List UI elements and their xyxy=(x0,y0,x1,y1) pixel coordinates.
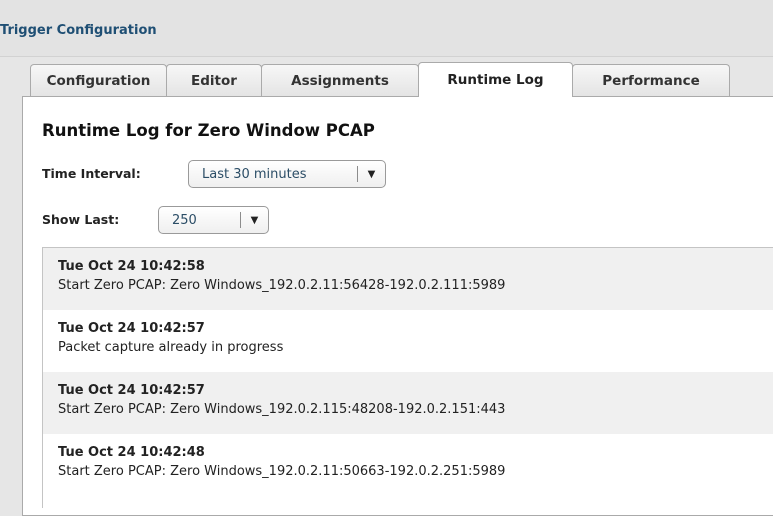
show-last-label: Show Last: xyxy=(42,212,120,227)
tab-configuration[interactable]: Configuration xyxy=(30,64,167,96)
chevron-down-icon: ▼ xyxy=(367,168,376,180)
log-entry-timestamp: Tue Oct 24 10:42:57 xyxy=(58,383,205,398)
tab-editor[interactable]: Editor xyxy=(166,64,262,96)
log-entry: Tue Oct 24 10:42:57 Start Zero PCAP: Zer… xyxy=(43,372,773,434)
log-entry-timestamp: Tue Oct 24 10:42:48 xyxy=(58,445,205,460)
tab-performance[interactable]: Performance xyxy=(572,64,730,96)
tab-assignments[interactable]: Assignments xyxy=(261,64,419,96)
tab-runtime-log[interactable]: Runtime Log xyxy=(418,62,573,97)
log-entry-timestamp: Tue Oct 24 10:42:57 xyxy=(58,321,205,336)
page-title: Runtime Log for Zero Window PCAP xyxy=(42,121,375,140)
show-last-select[interactable]: 250 ▼ xyxy=(158,206,269,234)
log-entry: Tue Oct 24 10:42:57 Packet capture alrea… xyxy=(43,310,773,372)
log-entry-message: Start Zero PCAP: Zero Windows_192.0.2.11… xyxy=(58,278,506,293)
time-interval-select[interactable]: Last 30 minutes ▼ xyxy=(188,160,386,188)
chevron-down-icon: ▼ xyxy=(250,214,259,226)
window-title-bar: Trigger Configuration xyxy=(0,0,773,57)
time-interval-value: Last 30 minutes xyxy=(202,166,307,182)
log-entry-timestamp: Tue Oct 24 10:42:58 xyxy=(58,259,205,274)
window-title: Trigger Configuration xyxy=(0,23,157,38)
log-entry-message: Start Zero PCAP: Zero Windows_192.0.2.11… xyxy=(58,464,506,479)
log-entry-message: Packet capture already in progress xyxy=(58,340,284,355)
show-last-value: 250 xyxy=(172,212,197,228)
time-interval-label: Time Interval: xyxy=(42,166,141,181)
log-entry: Tue Oct 24 10:42:48 Start Zero PCAP: Zer… xyxy=(43,434,773,496)
runtime-log-list[interactable]: Tue Oct 24 10:42:58 Start Zero PCAP: Zer… xyxy=(42,247,773,508)
log-entry: Tue Oct 24 10:42:58 Start Zero PCAP: Zer… xyxy=(43,248,773,310)
log-entry-message: Start Zero PCAP: Zero Windows_192.0.2.11… xyxy=(58,402,506,417)
tab-bar: Configuration Editor Assignments Runtime… xyxy=(30,62,730,97)
